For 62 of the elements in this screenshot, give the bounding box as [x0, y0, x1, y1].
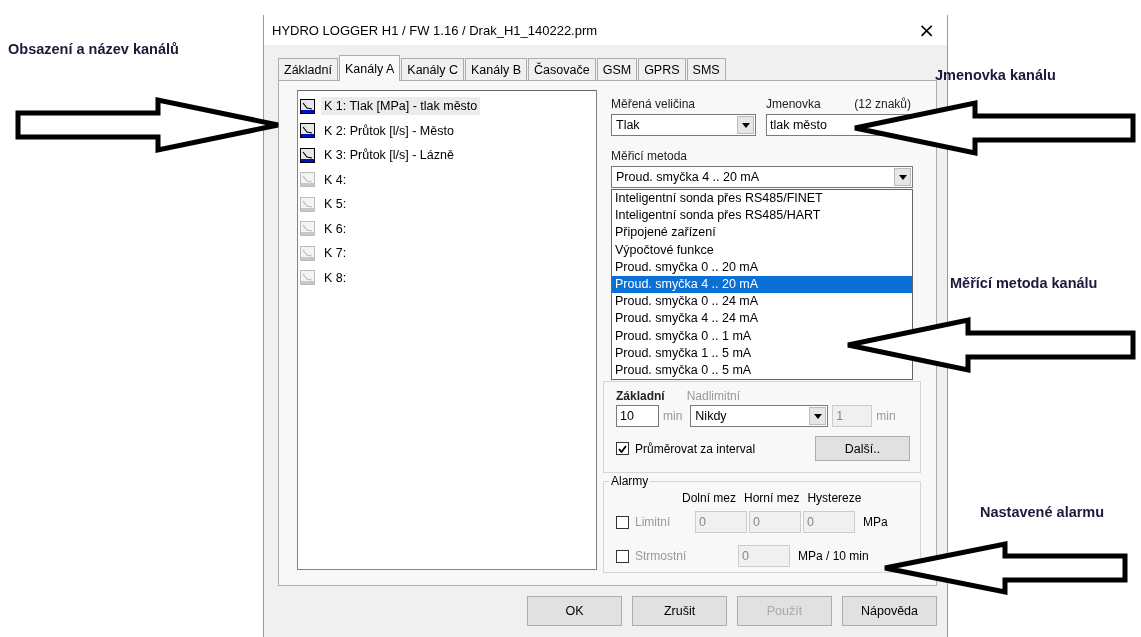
- checkbox-label: Průměrovat za interval: [635, 441, 756, 456]
- tab[interactable]: GSM: [596, 58, 638, 80]
- quantity-select[interactable]: Tlak: [611, 114, 756, 136]
- dialog-button[interactable]: Nápověda: [842, 596, 937, 626]
- tab[interactable]: Kanály B: [465, 58, 528, 80]
- dropdown-option[interactable]: Připojené zařízení: [612, 224, 719, 242]
- dropdown-icon: [894, 168, 911, 186]
- column-label: Horní mez: [744, 491, 800, 507]
- close-button[interactable]: ×: [912, 20, 941, 40]
- dropdown-icon: [737, 116, 754, 134]
- channel-item[interactable]: K 3: Průtok [l/s] - Lázně: [321, 146, 457, 165]
- method-select[interactable]: Proud. smyčka 4 .. 20 mA: [611, 166, 913, 188]
- checkbox-label: Strmostní: [635, 549, 687, 563]
- column-label: Dolní mez: [682, 491, 737, 507]
- field-hint: (12 znaků): [854, 97, 911, 111]
- annotation-label: Jmenovka kanálu: [935, 66, 1056, 85]
- tab[interactable]: Časovače: [528, 58, 596, 80]
- unit-label: min: [663, 409, 683, 423]
- channel-item[interactable]: K 8:: [321, 268, 350, 287]
- dropdown-option[interactable]: Výpočtové funkce: [612, 241, 717, 259]
- field-label: Měřená veličina: [611, 97, 697, 111]
- checkbox-label: Limitní: [635, 515, 671, 529]
- channel-item[interactable]: K 1: Tlak [MPa] - tlak město: [321, 97, 481, 116]
- dropdown-option[interactable]: Inteligentní sonda přes RS485/HART: [612, 207, 824, 225]
- group-title: Alarmy: [609, 474, 651, 488]
- checkbox[interactable]: [616, 442, 629, 455]
- dropdown-option[interactable]: Proud. smyčka 1 .. 5 mA: [612, 344, 755, 362]
- annotation-label: Obsazení a název kanálů: [8, 40, 180, 59]
- dropdown-option[interactable]: Proud. smyčka 4 .. 24 mA: [612, 310, 762, 328]
- field-label: Základní: [616, 389, 665, 403]
- dropdown-option[interactable]: Proud. smyčka 4 .. 20 mA: [612, 275, 912, 294]
- annotation-label: Měřící metoda kanálu: [950, 274, 1098, 293]
- field-label: Jmenovka: [766, 97, 821, 111]
- tab[interactable]: Kanály A: [338, 55, 401, 81]
- tab[interactable]: Základní: [278, 58, 338, 80]
- more-button[interactable]: Další..: [815, 436, 910, 461]
- unit-label: MPa: [863, 515, 888, 529]
- dialog-button[interactable]: OK: [527, 596, 622, 626]
- annotation-label: Nastavené alarmu: [980, 503, 1105, 522]
- channel-item[interactable]: K 2: Průtok [l/s] - Město: [321, 121, 457, 140]
- unit-label: min: [876, 409, 896, 423]
- dropdown-option[interactable]: Proud. smyčka 0 .. 20 mA: [612, 258, 762, 276]
- interval-input[interactable]: 10: [616, 405, 659, 427]
- channel-item[interactable]: K 5:: [321, 195, 350, 214]
- dropdown-option[interactable]: Proud. smyčka 0 .. 1 mA: [612, 327, 755, 345]
- channel-item[interactable]: K 7:: [321, 244, 350, 263]
- field-label: Měřicí metoda: [611, 149, 689, 163]
- over-limit-select[interactable]: Nikdy: [690, 405, 829, 427]
- window-title: HYDRO LOGGER H1 / FW 1.16 / Drak_H1_140222.prm: [272, 22, 598, 38]
- tab[interactable]: GPRS: [638, 58, 686, 80]
- channel-item[interactable]: K 6:: [321, 219, 350, 238]
- channel-item[interactable]: K 4:: [321, 170, 350, 189]
- dropdown-option[interactable]: Proud. smyčka 0 .. 24 mA: [612, 293, 762, 311]
- dropdown-option[interactable]: Proud. smyčka 0 .. 5 mA: [612, 361, 755, 380]
- dropdown-option[interactable]: Inteligentní sonda přes RS485/FINET: [612, 190, 826, 208]
- dialog-button[interactable]: Zrušit: [632, 596, 727, 626]
- column-label: Hystereze: [807, 491, 862, 507]
- unit-label: MPa / 10 min: [798, 549, 869, 563]
- field-label: Nadlimitní: [686, 389, 741, 403]
- dropdown-icon: [809, 407, 827, 425]
- tab[interactable]: SMS: [686, 58, 726, 80]
- tab[interactable]: Kanály C: [401, 58, 465, 80]
